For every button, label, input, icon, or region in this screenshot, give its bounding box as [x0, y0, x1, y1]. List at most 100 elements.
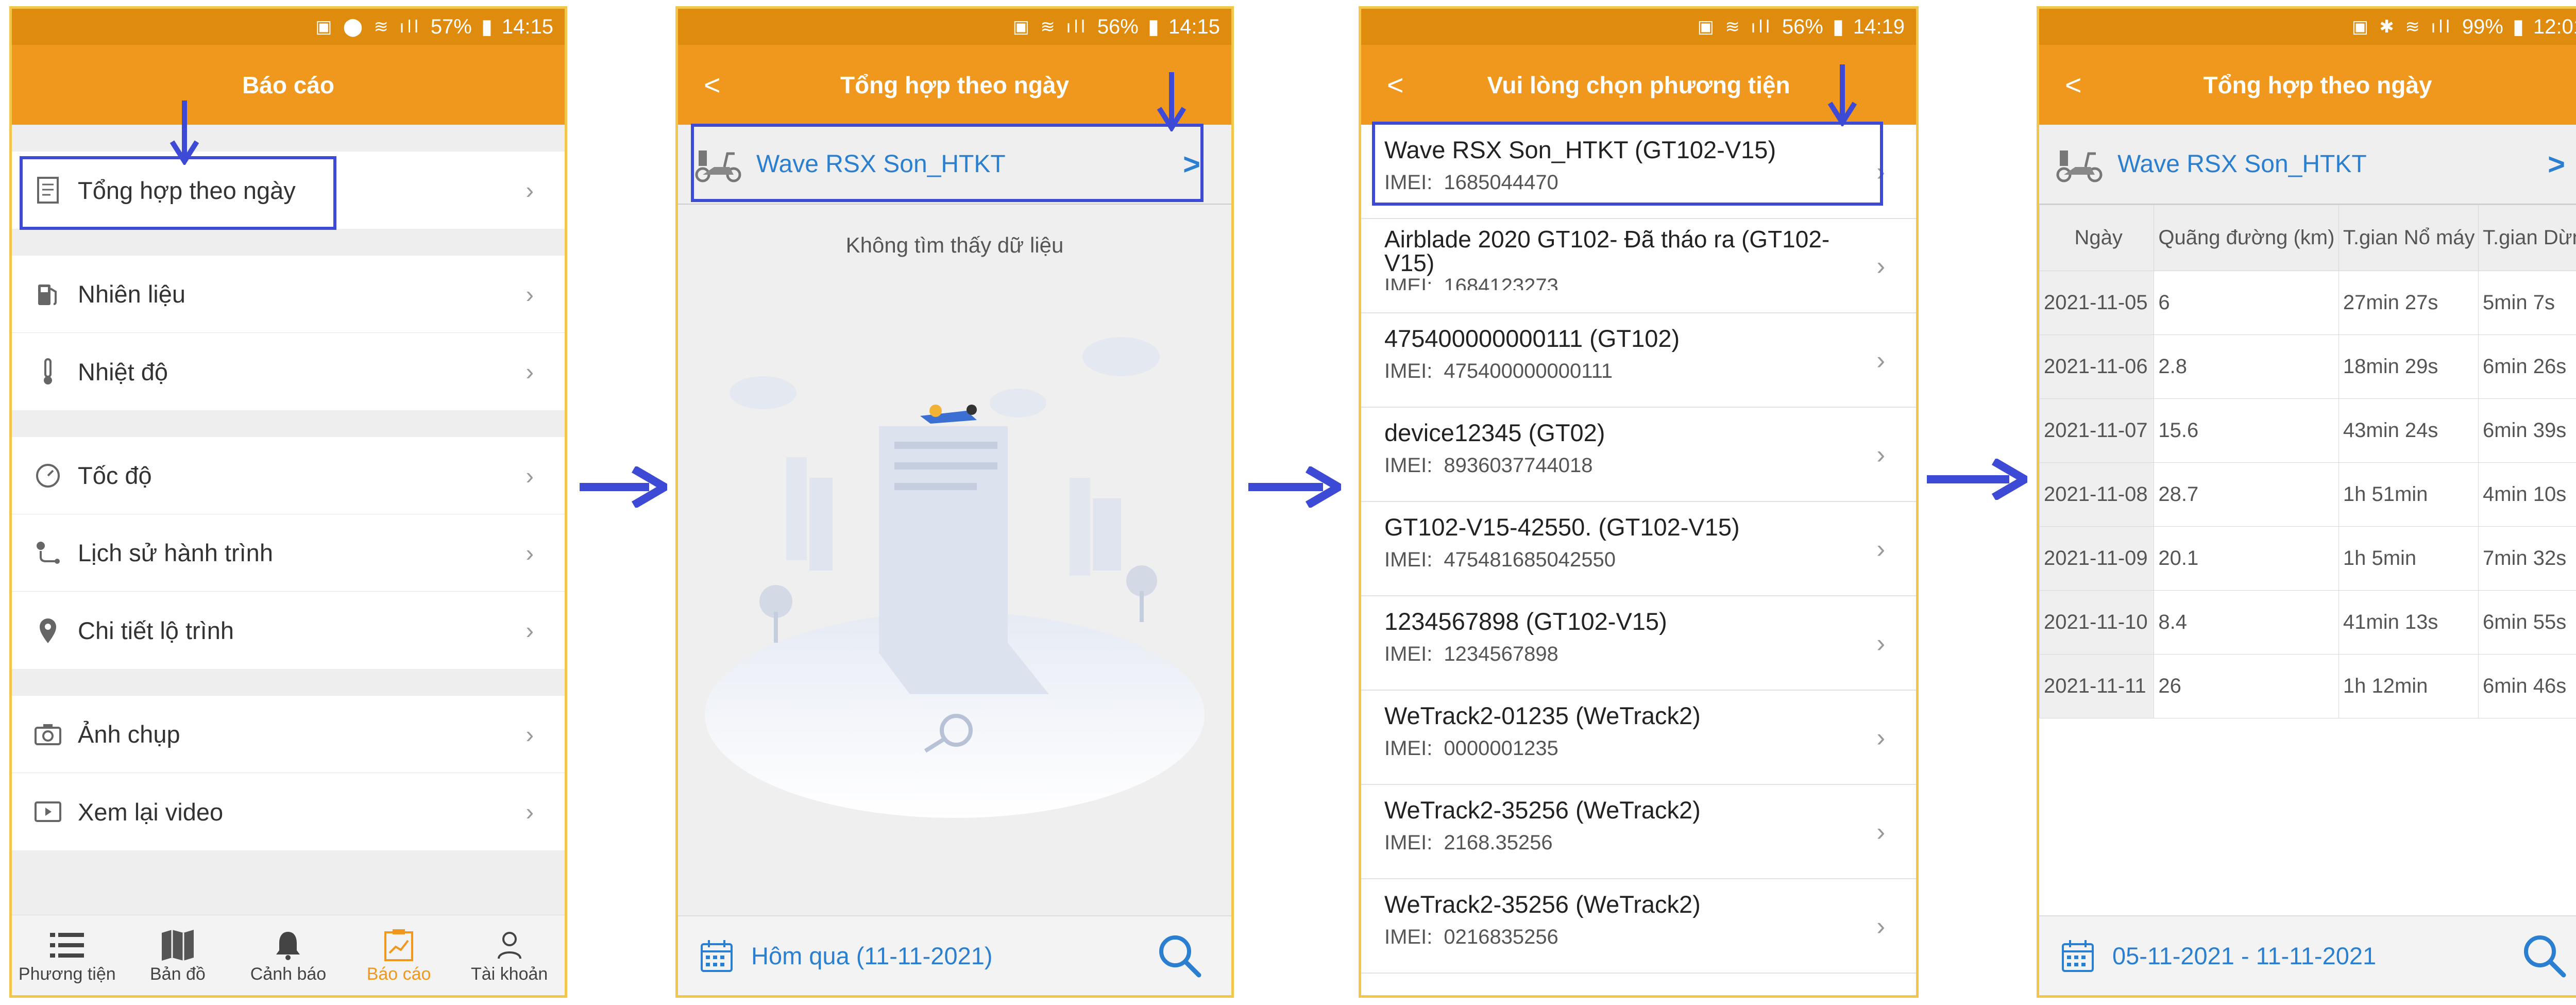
vehicle-list-item[interactable]: WeTrack2-01235 (WeTrack2) IMEI: 0000001235… [1361, 691, 1916, 785]
table-row: 2021-11-08 28.7 1h 51min 4min 10s [2039, 462, 2576, 527]
back-button[interactable]: < [704, 45, 721, 125]
menu-item-label: Tốc độ [78, 462, 152, 489]
search-icon[interactable] [1157, 933, 1203, 979]
tab-label: Tài khoản [471, 964, 548, 984]
imei-label: IMEI: [1384, 275, 1433, 290]
imei-label: IMEI: [1384, 926, 1433, 948]
summary-table-container: Ngày Quãng đường (km) T.gian Nổ máy T.gian … [2039, 205, 2576, 915]
chevron-right-icon: › [1876, 534, 1885, 563]
imei-label: IMEI: [1384, 454, 1433, 477]
report-menu: Tổng hợp theo ngày › Nhiên liệu › Nhiệt độ › T… [12, 125, 565, 915]
imei-value: 1684123273 [1444, 275, 1558, 290]
flow-arrow-right-icon [1927, 459, 2027, 500]
tab-item[interactable]: Phương tiện [12, 915, 123, 995]
menu-item[interactable]: Nhiên liệu › [12, 256, 565, 333]
clock: 14:19 [1853, 15, 1905, 38]
status-bar: ▣ ≋ ıll 56% ▮ 14:19 [1361, 9, 1916, 45]
table-row: 2021-11-10 8.4 41min 13s 6min 55s [2039, 590, 2576, 655]
battery-icon: ▮ [481, 15, 493, 38]
flow-arrow-right-icon [1248, 466, 1341, 508]
table-cell: 2021-11-10 [2039, 590, 2155, 655]
vehicle-selector[interactable]: Wave RSX Son_HTKT > [2039, 125, 2576, 205]
menu-item[interactable]: Xem lại video › [12, 773, 565, 850]
vehicle-list-item[interactable]: Airblade 2020 GT102- Đã tháo ra (GT102-V… [1361, 219, 1916, 313]
page-title: Báo cáo [242, 71, 334, 98]
vehicle-list-item[interactable]: device12345 (GT02) IMEI: 8936037744018 › [1361, 408, 1916, 502]
menu-item[interactable]: Ảnh chụp › [12, 696, 565, 773]
menu-item-label: Xem lại video [78, 798, 224, 826]
screen-daily-summary-table: ▣ ✱ ≋ ıll 99% ▮ 12:01 < Tổng hợp theo ng… [2037, 6, 2576, 998]
arrow-down-icon [1827, 64, 1857, 126]
calendar-icon [2062, 940, 2094, 972]
tab-item[interactable]: Báo cáo [344, 915, 454, 995]
battery-level: 56% [1097, 15, 1139, 38]
date-filter-bar: Hôm qua (11-11-2021) [678, 915, 1231, 995]
chevron-right-icon: › [526, 280, 534, 308]
tab-label: Cảnh báo [250, 964, 327, 984]
page-title: Tổng hợp theo ngày [2203, 71, 2432, 98]
vehicle-item-name: Airblade 2020 GT102- Đã tháo ra (GT102-V… [1384, 226, 1830, 276]
menu-item[interactable]: Lịch sử hành trình › [12, 514, 565, 592]
vehicle-list-item[interactable]: 1234567898 (GT102-V15) IMEI: 1234567898 › [1361, 596, 1916, 691]
table-cell: 2021-11-08 [2039, 462, 2155, 527]
vehicle-item-imei: IMEI: 475481685042550 [1384, 548, 1916, 572]
table-cell: 20.1 [2154, 526, 2339, 591]
chevron-right-icon: › [526, 721, 534, 748]
highlight-box [691, 124, 1204, 202]
date-filter-bar: 05-11-2021 - 11-11-2021 [2039, 915, 2576, 995]
table-cell: 43min 24s [2338, 398, 2479, 463]
menu-group: Nhiên liệu › Nhiệt độ › [12, 256, 565, 410]
app-bar: Báo cáo [12, 45, 565, 125]
chevron-right-icon: › [1876, 440, 1885, 469]
date-range-button[interactable]: 05-11-2021 - 11-11-2021 [2112, 942, 2376, 970]
table-header-cell[interactable]: T.gian Nổ máy [2338, 205, 2479, 271]
menu-group: Ảnh chụp › Xem lại video › [12, 696, 565, 850]
app-bar: < Tổng hợp theo ngày [678, 45, 1231, 125]
vehicle-item-name: WeTrack2-35256 (WeTrack2) [1384, 891, 1701, 918]
menu-item[interactable]: Chi tiết lộ trình › [12, 592, 565, 669]
chevron-right-icon: › [1876, 911, 1885, 941]
vehicle-list-item[interactable]: GT102-V15-42550. (GT102-V15) IMEI: 4754816… [1361, 502, 1916, 596]
menu-item[interactable]: Nhiệt độ › [12, 333, 565, 410]
table-header-cell[interactable]: Ngày [2039, 205, 2155, 271]
table-cell: 2021-11-07 [2039, 398, 2155, 463]
clock: 14:15 [501, 15, 553, 38]
chevron-right-icon: › [526, 539, 534, 566]
table-cell: 41min 13s [2338, 590, 2479, 655]
vehicle-item-name: 1234567898 (GT102-V15) [1384, 608, 1667, 635]
table-row: 2021-11-07 15.6 43min 24s 6min 39s [2039, 398, 2576, 463]
table-cell: 18min 29s [2338, 334, 2479, 399]
vehicle-item-imei: IMEI: 8936037744018 [1384, 454, 1916, 477]
imei-label: IMEI: [1384, 737, 1433, 760]
vehicle-list-item[interactable]: WeTrack2-35256 (WeTrack2) IMEI: 0216835256… [1361, 879, 1916, 974]
empty-state: Không tìm thấy dữ liệu [678, 205, 1231, 915]
imei-label: IMEI: [1384, 643, 1433, 665]
vehicle-item-imei: IMEI: 0000001235 [1384, 737, 1916, 760]
table-header-cell[interactable]: T.gian Dừng [2478, 205, 2576, 271]
empty-state-illustration [705, 337, 1205, 818]
table-cell: 6min 55s [2478, 590, 2576, 655]
imei-value: 475400000000111 [1444, 360, 1613, 382]
chevron-right-icon: › [526, 798, 534, 825]
back-button[interactable]: < [1387, 45, 1404, 125]
speedometer-icon [32, 460, 63, 491]
vehicle-list-item[interactable]: 475400000000111 (GT102) IMEI: 475400000000… [1361, 313, 1916, 408]
menu-item[interactable]: Tốc độ › [12, 437, 565, 514]
map-icon [160, 926, 196, 964]
vehicle-list-item[interactable]: WeTrack2-35256 (WeTrack2) IMEI: 2168.35256… [1361, 785, 1916, 879]
vehicle-item-imei: IMEI: 1234567898 [1384, 643, 1916, 666]
tab-item[interactable]: Tài khoản [454, 915, 565, 995]
menu-group: Tốc độ › Lịch sử hành trình › Chi tiết lộ tr… [12, 437, 565, 669]
date-range-button[interactable]: Hôm qua (11-11-2021) [751, 942, 993, 970]
menu-item-label: Lịch sử hành trình [78, 539, 273, 566]
tab-item[interactable]: Bản đồ [123, 915, 233, 995]
tab-item[interactable]: Cảnh báo [233, 915, 344, 995]
tab-label: Bản đồ [150, 964, 206, 984]
route-icon [32, 538, 63, 568]
table-cell: 2021-11-06 [2039, 334, 2155, 399]
back-button[interactable]: < [2065, 45, 2082, 125]
table-row: 2021-11-11 26 1h 12min 6min 46s [2039, 654, 2576, 718]
table-header-cell[interactable]: Quãng đường (km) [2154, 205, 2339, 271]
search-icon[interactable] [2521, 933, 2568, 979]
vehicle-name: Wave RSX Son_HTKT [2117, 150, 2367, 178]
